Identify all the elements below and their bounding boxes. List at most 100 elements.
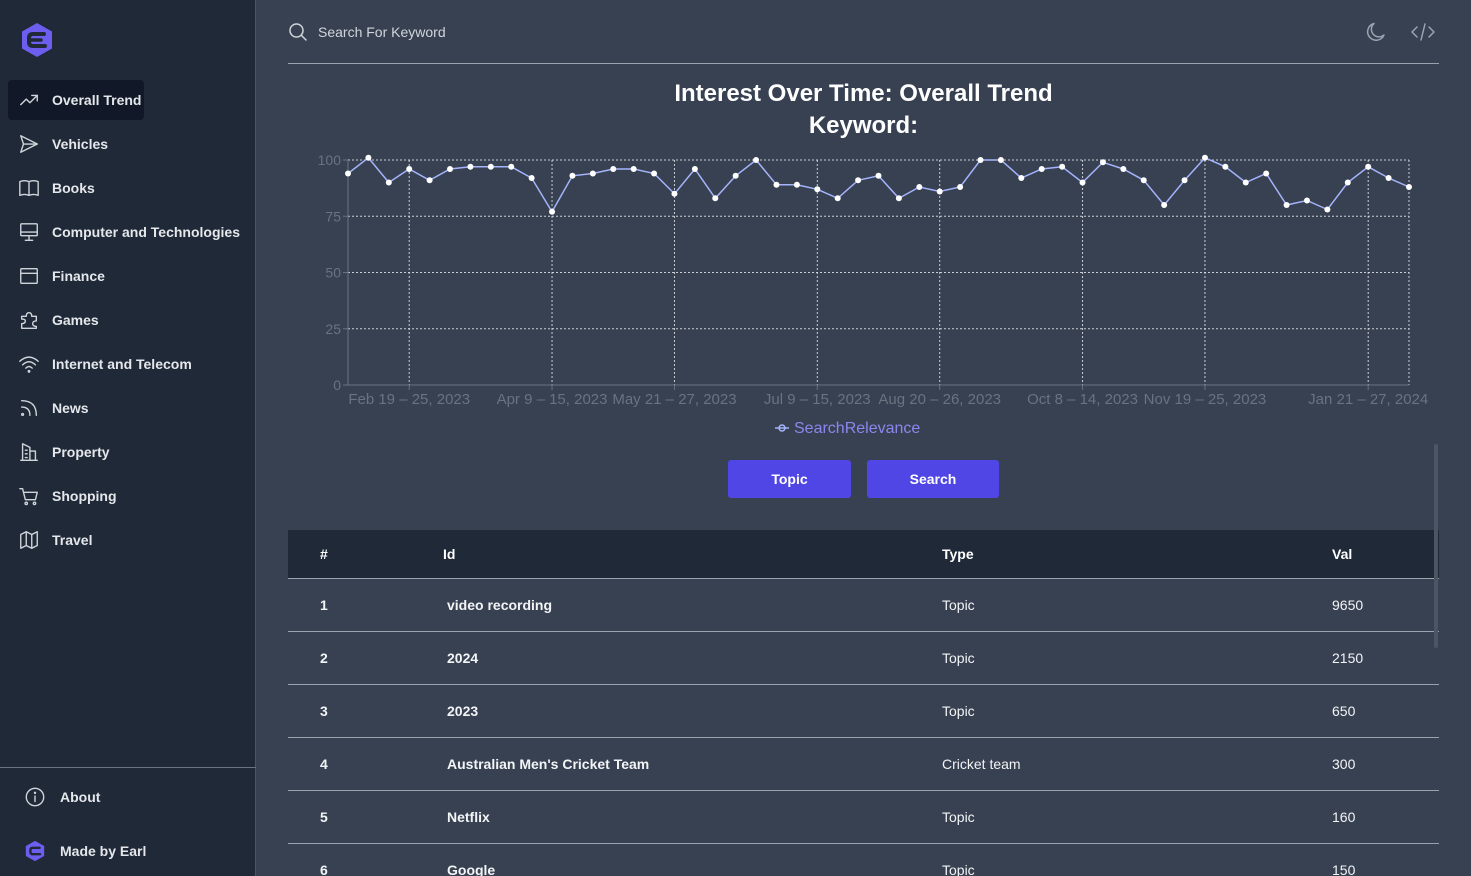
column-header-id[interactable]: Id: [443, 530, 942, 579]
data-point: [1324, 206, 1331, 213]
top-bar: [288, 0, 1439, 64]
data-point: [385, 179, 392, 186]
moon-icon[interactable]: [1364, 20, 1388, 44]
cell-val: 650: [1332, 684, 1439, 738]
cell-index: 1: [288, 578, 443, 632]
data-point: [426, 177, 433, 184]
search-input[interactable]: [318, 20, 718, 44]
legend-label: SearchRelevance: [794, 420, 920, 437]
puzzle-icon: [18, 309, 40, 331]
y-tick-label: 0: [333, 377, 341, 393]
sidebar-item-games[interactable]: Games: [8, 300, 248, 340]
data-point: [1222, 163, 1229, 170]
sidebar-item-news[interactable]: News: [8, 388, 248, 428]
data-point: [528, 175, 535, 181]
interest-over-time-chart: 0 25 50 75 100 Feb 19 – 25, 2023 Apr 9 – 15, 2…: [318, 152, 1429, 437]
info-icon: [24, 786, 46, 808]
cell-val: 9650: [1332, 578, 1439, 632]
sidebar-item-shopping[interactable]: Shopping: [8, 476, 248, 516]
data-point: [712, 195, 719, 202]
column-header-type[interactable]: Type: [942, 530, 1332, 579]
sidebar-item-label: Finance: [52, 268, 105, 284]
sidebar-item-label: Vehicles: [52, 136, 109, 152]
data-point: [1406, 184, 1412, 190]
sidebar-item-label: Property: [52, 444, 110, 460]
sidebar-item-property[interactable]: Property: [8, 432, 248, 472]
cell-val: 2150: [1332, 631, 1439, 685]
data-point: [508, 163, 515, 170]
sidebar-item-label: News: [52, 400, 89, 416]
data-point: [732, 172, 739, 179]
data-point: [957, 184, 964, 190]
cell-type: Topic: [942, 790, 1332, 844]
data-point: [1242, 179, 1249, 186]
cell-val: 150: [1332, 843, 1439, 876]
topic-button[interactable]: Topic: [728, 460, 851, 498]
search-button[interactable]: Search: [867, 460, 999, 498]
x-tick-label: Nov 19 – 25, 2023: [1144, 391, 1267, 408]
made-by-link[interactable]: Made by Earl: [24, 840, 146, 862]
cell-val: 300: [1332, 737, 1439, 791]
data-point: [895, 195, 902, 202]
sidebar-item-internet-and-telecom[interactable]: Internet and Telecom: [8, 344, 248, 384]
table-row[interactable]: 5 Netflix Topic 160: [288, 790, 1439, 844]
data-point: [997, 157, 1004, 163]
column-header-val[interactable]: Val: [1332, 530, 1439, 579]
data-point: [345, 170, 351, 177]
cell-index: 4: [288, 737, 443, 791]
y-tick-label: 25: [325, 321, 341, 337]
app-logo-icon[interactable]: [20, 22, 54, 58]
cell-val: 160: [1332, 790, 1439, 844]
scrollbar-thumb[interactable]: [1434, 444, 1438, 648]
y-tick-label: 50: [325, 265, 341, 281]
data-point: [691, 166, 698, 172]
monitor-icon: [18, 221, 40, 243]
chart-grid: [347, 159, 1410, 386]
x-tick-label: Apr 9 – 15, 2023: [497, 391, 608, 408]
map-icon: [18, 529, 40, 551]
x-tick-label: Jan 21 – 27, 2024: [1308, 391, 1428, 408]
building-icon: [18, 441, 40, 463]
chart-legend[interactable]: SearchRelevance: [775, 420, 920, 437]
chart-axes: 0 25 50 75 100 Feb 19 – 25, 2023 Apr 9 – 15, 2…: [318, 152, 1429, 408]
data-point: [487, 163, 494, 170]
table-row[interactable]: 2 2024 Topic 2150: [288, 631, 1439, 685]
sidebar-item-books[interactable]: Books: [8, 168, 248, 208]
code-icon[interactable]: [1410, 20, 1436, 44]
data-point: [1120, 166, 1127, 172]
data-point: [855, 177, 862, 184]
cell-id: Australian Men's Cricket Team: [443, 737, 942, 791]
data-point: [447, 166, 454, 172]
chart-title-line1: Interest Over Time: Overall Trend: [674, 80, 1053, 107]
column-header-index[interactable]: #: [288, 530, 443, 579]
data-point: [365, 154, 372, 161]
cart-icon: [18, 485, 40, 507]
x-tick-label: May 21 – 27, 2023: [612, 391, 736, 408]
sidebar-footer: About Made by Earl: [0, 767, 256, 876]
table-row[interactable]: 6 Google Topic 150: [288, 843, 1439, 876]
data-point: [1303, 197, 1310, 204]
cell-id: 2024: [443, 631, 942, 685]
table-row[interactable]: 1 video recording Topic 9650: [288, 578, 1439, 632]
data-point: [875, 172, 882, 179]
about-link[interactable]: About: [24, 786, 100, 808]
about-label: About: [60, 789, 101, 805]
data-point: [651, 170, 658, 177]
table-row[interactable]: 3 2023 Topic 650: [288, 684, 1439, 738]
table-row[interactable]: 4 Australian Men's Cricket Team Cricket …: [288, 737, 1439, 791]
sidebar-item-finance[interactable]: Finance: [8, 256, 248, 296]
sidebar-item-computer-and-technologies[interactable]: Computer and Technologies: [8, 212, 248, 252]
cell-index: 3: [288, 684, 443, 738]
data-point: [773, 181, 780, 188]
sidebar-item-label: Books: [52, 180, 95, 196]
sidebar-item-vehicles[interactable]: Vehicles: [8, 124, 248, 164]
sidebar-item-travel[interactable]: Travel: [8, 520, 248, 560]
data-point: [753, 157, 760, 163]
wallet-icon: [18, 265, 40, 287]
cell-type: Topic: [942, 578, 1332, 632]
x-tick-label: Oct 8 – 14, 2023: [1027, 391, 1138, 408]
data-point: [1099, 159, 1106, 166]
cell-id: Google: [443, 843, 942, 876]
sidebar-item-label: Internet and Telecom: [52, 356, 192, 372]
sidebar-item-overall-trend[interactable]: Overall Trend: [8, 80, 144, 120]
